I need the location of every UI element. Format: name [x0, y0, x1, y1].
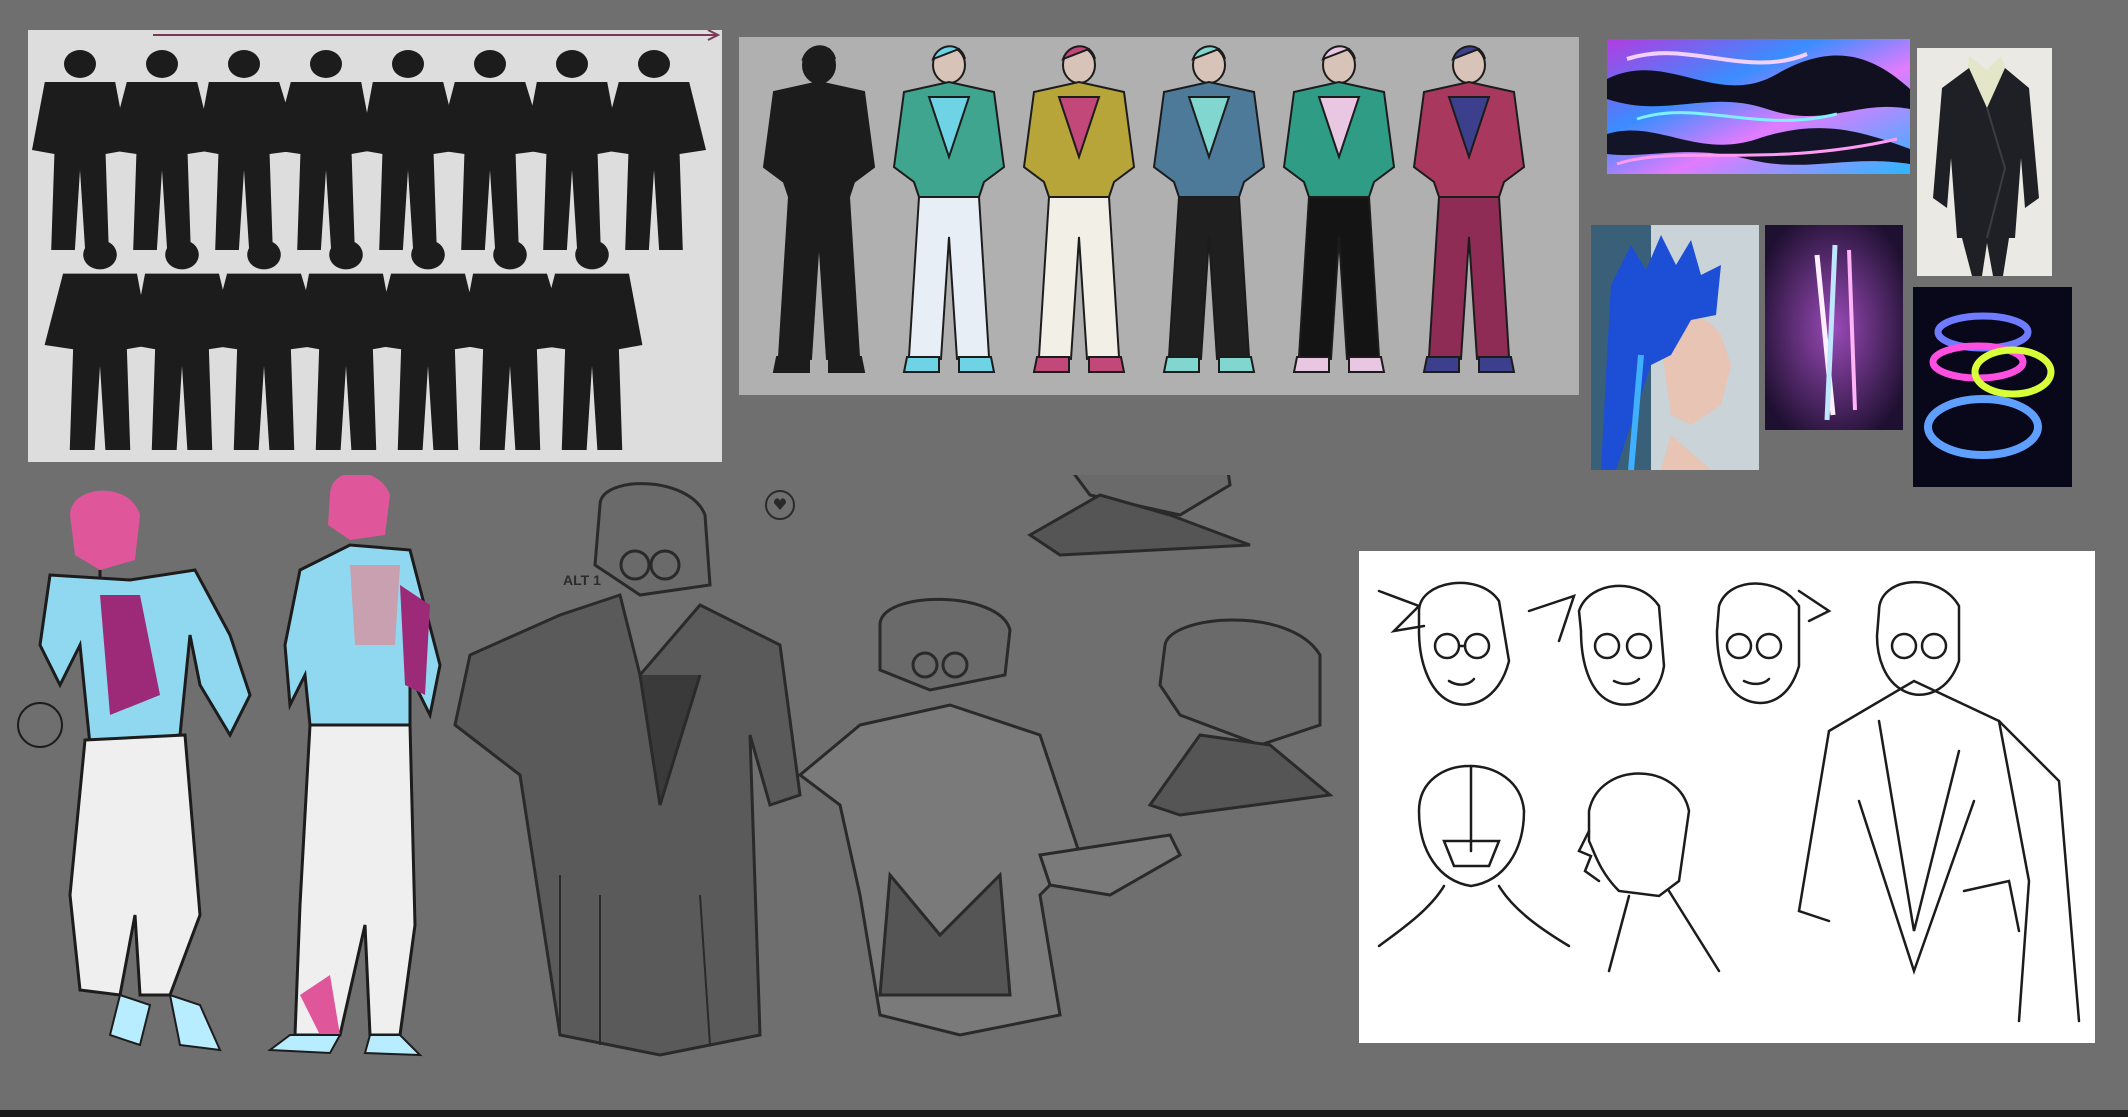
heart-bubble-icon: [765, 490, 795, 520]
silhouette-figure: [273, 50, 374, 250]
character-sketch-lineup: ALT 1: [0, 475, 1360, 1095]
colorway-figure: [1412, 45, 1526, 373]
marble-swirl-image: [1607, 39, 1910, 174]
silhouette-figure: [536, 240, 643, 450]
colorway-sheet: [762, 45, 1526, 373]
colorway-figure: [1022, 45, 1136, 373]
colorway-figure: [1282, 45, 1396, 373]
portrait-bust-upper: [1027, 475, 1251, 557]
colorway-figure: [762, 45, 876, 373]
sketch-lineup-drawing: ALT 1: [17, 475, 1334, 1057]
neon-tubes-image: [1765, 225, 1903, 430]
colorway-figure: [892, 45, 1006, 373]
silhouette-figure: [601, 50, 706, 250]
portrait-bust-right: [1147, 618, 1334, 817]
graphite-coat-figure: [453, 482, 802, 1057]
colored-figure-back: [267, 475, 442, 1057]
bottom-edge-bar: [0, 1110, 2128, 1117]
black-suit-image: [1917, 48, 2052, 276]
reference-black-suit: [1917, 48, 2052, 276]
silhouette-sheet: [32, 30, 721, 450]
reference-glow-rings: [1913, 287, 2072, 487]
head-study-sheet: [1359, 551, 2095, 1043]
head-studies-drawing: [1377, 581, 2081, 1023]
colored-figure-front: [17, 490, 252, 1052]
colorway-figure: [1152, 45, 1266, 373]
progress-arrow: [153, 30, 721, 41]
reference-blue-mohawk: [1591, 225, 1759, 470]
colorway-panel: [739, 37, 1579, 395]
graphite-glasses-figure: [797, 597, 1182, 1037]
blue-mohawk-image: [1591, 225, 1759, 470]
reference-neon-tubes: [1765, 225, 1903, 430]
reference-marble-swirl: [1607, 39, 1910, 174]
silhouette-thumbnails-panel: [28, 30, 722, 462]
alt-label: ALT 1: [563, 572, 601, 588]
glow-rings-image: [1913, 287, 2072, 487]
